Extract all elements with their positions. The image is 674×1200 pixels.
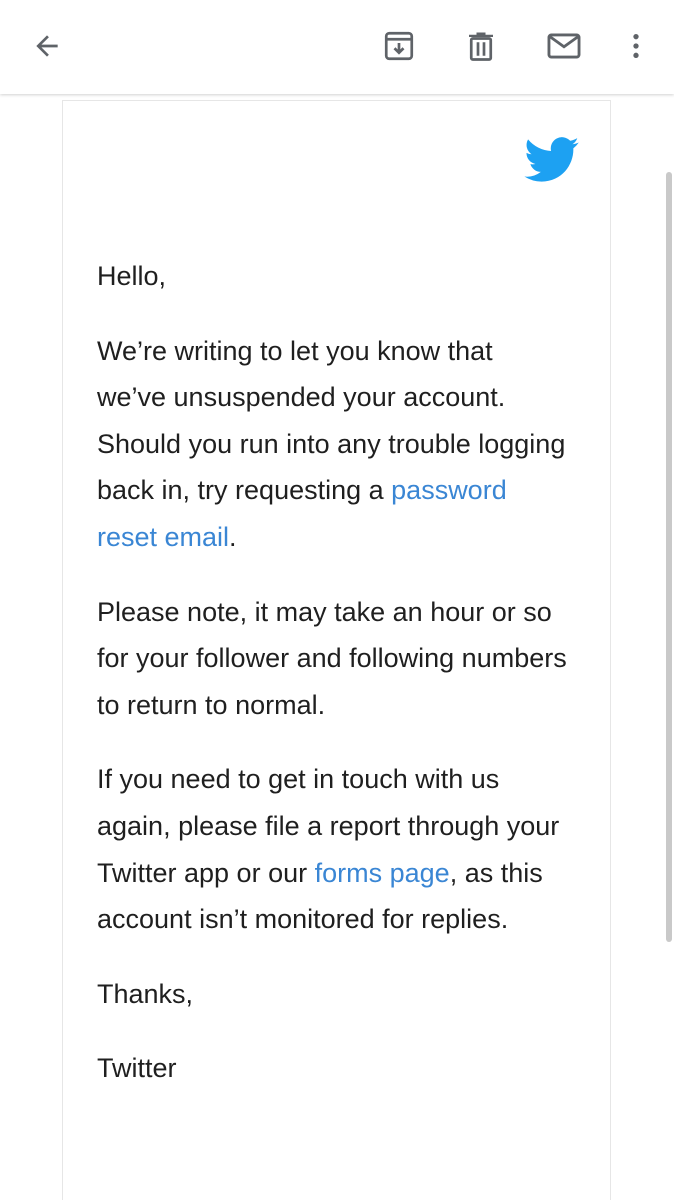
paragraph-contact: If you need to get in touch with us agai… [97,756,567,942]
email-card: Hello, We’re writing to let you know tha… [62,100,611,1200]
paragraph-unsuspended: We’re writing to let you know that we’ve… [97,328,567,561]
top-app-bar [0,0,674,94]
twitter-bird-icon [524,137,580,187]
more-options-button[interactable] [612,22,660,70]
arrow-left-icon [31,30,63,62]
greeting: Hello, [97,261,167,291]
email-body: Hello, We’re writing to let you know tha… [97,253,567,1120]
forms-page-link[interactable]: forms page [315,858,450,888]
mark-unread-button[interactable] [540,22,588,70]
email-content-area[interactable]: Hello, We’re writing to let you know tha… [0,94,674,1200]
scrollbar[interactable] [666,172,672,942]
delete-button[interactable] [457,22,505,70]
back-button[interactable] [23,22,71,70]
mail-icon [545,27,583,65]
more-vertical-icon [620,30,652,62]
archive-icon [381,28,417,64]
paragraph-follower-note: Please note, it may take an hour or so f… [97,596,567,720]
closing: Thanks, [97,978,194,1009]
paragraph-suffix: . [229,521,237,552]
trash-icon [463,28,499,64]
archive-button[interactable] [375,22,423,70]
signature: Twitter [97,1053,177,1084]
